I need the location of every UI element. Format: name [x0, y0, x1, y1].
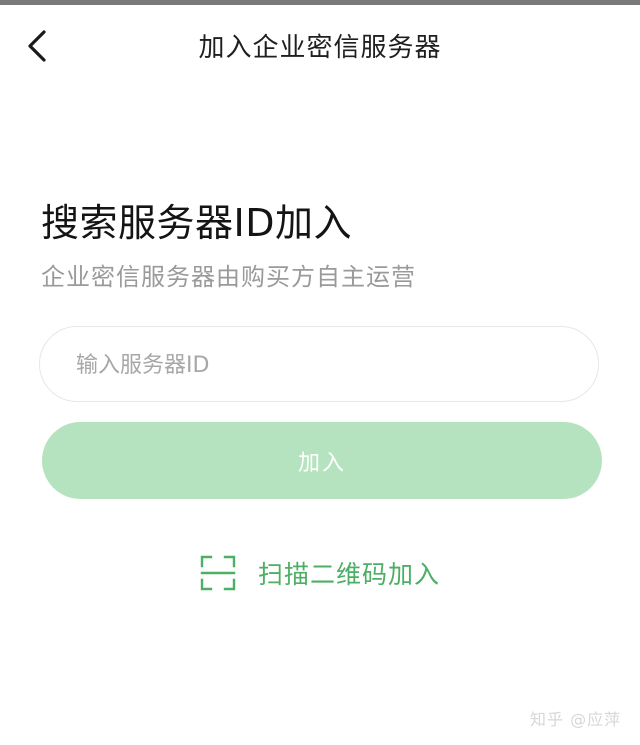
server-id-field	[39, 326, 599, 403]
qr-scan-icon	[200, 555, 236, 591]
page-title: 加入企业密信服务器	[198, 33, 442, 63]
server-id-input[interactable]	[74, 327, 568, 403]
watermark: 知乎 @应萍	[530, 710, 622, 729]
section-heading: 搜索服务器ID加入	[41, 201, 352, 245]
section-subheading: 企业密信服务器由购买方自主运营	[41, 263, 416, 291]
scan-qr-join-link[interactable]: 扫描二维码加入	[200, 553, 440, 593]
join-button[interactable]: 加入	[42, 422, 602, 499]
navigation-bar: 加入企业密信服务器	[0, 5, 640, 85]
scan-qr-label: 扫描二维码加入	[258, 560, 441, 589]
join-server-screen: 加入企业密信服务器 搜索服务器ID加入 企业密信服务器由购买方自主运营 加入 扫…	[0, 0, 640, 745]
